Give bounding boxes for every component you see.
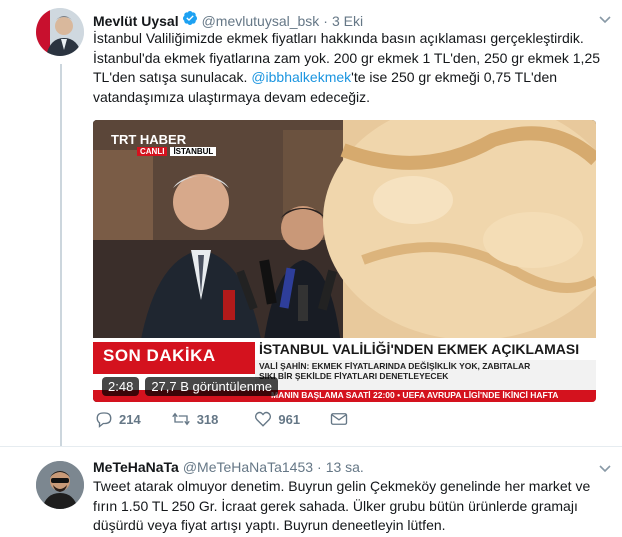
video-badges: 2:48 27,7 B görüntülenme (102, 377, 279, 396)
subline-label: VALİ ŞAHİN: EKMEK FİYATLARINDA DEĞİŞİKLİ… (259, 361, 531, 371)
author-name[interactable]: Mevlüt Uysal (93, 13, 179, 29)
video-duration: 2:48 (102, 377, 140, 396)
channel-logo: TRT HABER (111, 132, 187, 147)
tweet-timestamp[interactable]: 3 Eki (332, 13, 363, 29)
retweet-action[interactable]: 318 (171, 410, 219, 428)
reply-text-line: Tweet atarak olmuyor denetim. Buyrun gel… (93, 478, 591, 494)
tweet-text: İstanbul Valiliğimizde ekmek fiyatları h… (93, 29, 611, 107)
envelope-icon (330, 413, 348, 425)
direct-message-action[interactable] (330, 411, 354, 427)
location-label: İSTANBUL (170, 147, 217, 156)
tweet-actions: 214 318 961 (95, 410, 376, 428)
reply-header: MeTeHaNaTa @MeTeHaNaTa1453 · 13 sa. (93, 459, 364, 475)
reply-text: Tweet atarak olmuyor denetim. Buyrun gel… (93, 477, 603, 536)
thread-line (60, 64, 62, 446)
separator-dot: · (323, 13, 328, 29)
mention-link[interactable]: @ibbhalkekmek (251, 69, 351, 85)
breaking-news-label: SON DAKİKA (103, 346, 216, 365)
reply-author-handle[interactable]: @MeTeHaNaTa1453 (183, 459, 313, 475)
reply-text-line: fırın 1.50 TL 250 Gr. İcraat gerek sahad… (93, 497, 578, 514)
tweet-text-fragment: 'te ise 250 gr ekmeği 0,75 TL'den (351, 69, 558, 85)
chevron-down-icon[interactable] (598, 12, 612, 26)
reply-tweet[interactable]: MeTeHaNaTa @MeTeHaNaTa1453 · 13 sa. Twee… (0, 446, 622, 537)
tweet-text-line: İstanbul'da ekmek fiyatlarına zam yok. 2… (93, 49, 601, 66)
reply-count: 214 (119, 411, 141, 427)
news-ticker: MANIN BAŞLAMA SAATİ 22:00 • UEFA AVRUPA … (271, 390, 559, 400)
tweet-text-line: İstanbul Valiliğimizde ekmek fiyatları h… (93, 30, 584, 46)
heart-icon (255, 411, 272, 427)
reply-action[interactable]: 214 (95, 410, 141, 428)
retweet-icon (171, 412, 190, 426)
author-handle[interactable]: @mevlutuysal_bsk (202, 13, 320, 29)
video-views: 27,7 B görüntülenme (145, 377, 279, 396)
chevron-down-icon[interactable] (598, 461, 612, 475)
reply-timestamp[interactable]: 13 sa. (326, 459, 364, 475)
tweet-text-line: vatandaşımıza ulaştırmaya devam edeceğiz… (93, 88, 371, 105)
like-count: 961 (278, 411, 301, 427)
separator-dot: · (317, 459, 322, 475)
subline-label: SIKI BİR ŞEKİLDE FİYATLARI DENETLEYECEK (259, 371, 449, 381)
tweet-text-fragment: TL'den satışa sunulacak. (93, 69, 252, 85)
verified-badge-icon (182, 11, 197, 25)
main-tweet[interactable]: Mevlüt Uysal @mevlutuysal_bsk · 3 Eki İs… (0, 0, 622, 446)
reply-icon (96, 412, 112, 428)
reply-text-line: düşürdü veya fiyat artışı yaptı. Buyrun … (93, 517, 446, 533)
tweet-header: Mevlüt Uysal @mevlutuysal_bsk · 3 Eki (93, 10, 363, 29)
reply-author-avatar[interactable] (36, 461, 84, 509)
like-action[interactable]: 961 (254, 410, 300, 428)
reply-author-name[interactable]: MeTeHaNaTa (93, 459, 179, 475)
retweet-count: 318 (196, 411, 219, 427)
headline-label: İSTANBUL VALİLİĞİ'NDEN EKMEK AÇIKLAMASI (259, 341, 580, 357)
author-avatar[interactable] (36, 8, 84, 56)
video-player[interactable]: TRT HABER CANLI İSTANBUL SON DAKİKA İSTA… (93, 120, 596, 402)
tweet-text-line: TL'den satışa sunulacak. @ibbhalkekmek't… (93, 68, 611, 88)
live-label: CANLI (137, 147, 168, 156)
